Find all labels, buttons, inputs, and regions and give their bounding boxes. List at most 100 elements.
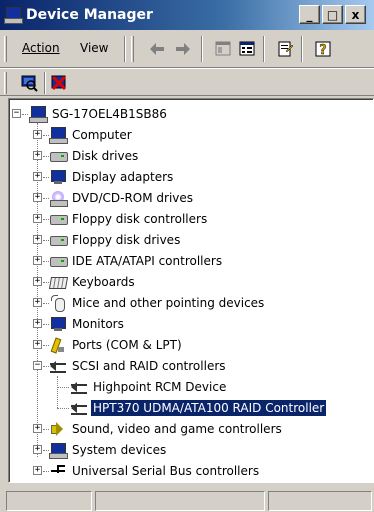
- status-panel-2: [95, 491, 265, 511]
- expand-toggle[interactable]: +: [33, 235, 42, 244]
- tree-item-label: Floppy disk controllers: [72, 212, 208, 226]
- tree-item-ide-controllers[interactable]: IDE ATA/ATAPI controllers: [49, 251, 224, 271]
- usb-icon: [49, 463, 67, 479]
- tree-item-label: SCSI and RAID controllers: [72, 359, 226, 373]
- toolbar-separator-4: [301, 36, 303, 62]
- collapse-toggle[interactable]: −: [33, 361, 42, 370]
- expand-toggle[interactable]: +: [33, 319, 42, 328]
- expand-toggle[interactable]: +: [33, 130, 42, 139]
- tree-item-label: Monitors: [72, 317, 124, 331]
- tree-item-mice[interactable]: Mice and other pointing devices: [49, 293, 266, 313]
- scsi-device-icon: [70, 400, 88, 416]
- sound-icon: [49, 421, 67, 437]
- tree-item-keyboards[interactable]: Keyboards: [49, 272, 137, 292]
- ports-icon: [49, 337, 67, 353]
- tree-item-label: HPT370 UDMA/ATA100 RAID Controller: [89, 399, 328, 417]
- tree-item-monitors[interactable]: Monitors: [49, 314, 126, 334]
- tree-connector: [57, 408, 69, 409]
- monitor-icon: [49, 316, 67, 332]
- tree-item-label: IDE ATA/ATAPI controllers: [72, 254, 223, 268]
- tree-connector: [57, 387, 69, 388]
- tree-item-ports[interactable]: Ports (COM & LPT): [49, 335, 184, 355]
- tree-item-label: Floppy disk drives: [72, 233, 181, 247]
- tree-item-label: Ports (COM & LPT): [72, 338, 182, 352]
- back-arrow-icon[interactable]: [148, 40, 166, 58]
- expand-toggle[interactable]: +: [33, 340, 42, 349]
- tree-item-display-adapters[interactable]: Display adapters: [49, 167, 175, 187]
- action-toolbar: [0, 70, 374, 96]
- status-panel-1: [6, 491, 92, 511]
- mouse-icon: [49, 295, 67, 312]
- scan-hardware-icon[interactable]: [20, 74, 38, 92]
- device-tree[interactable]: − SG-17OEL4B1SB86 + Computer + Disk driv…: [8, 98, 374, 483]
- tree-item-floppy-drives[interactable]: Floppy disk drives: [49, 230, 182, 250]
- maximize-button[interactable]: □: [322, 5, 343, 24]
- menu-view[interactable]: View: [80, 41, 108, 55]
- toolbar-separator-5: [44, 72, 46, 94]
- tree-item-floppy-controllers[interactable]: Floppy disk controllers: [49, 209, 209, 229]
- menu-view-label: View: [80, 41, 109, 55]
- expand-toggle[interactable]: +: [33, 172, 42, 181]
- system-devices-icon: [49, 442, 68, 459]
- title-bar[interactable]: Device Manager _ □ x: [0, 0, 374, 30]
- expand-toggle[interactable]: +: [33, 256, 42, 265]
- cdrom-icon: [49, 190, 68, 207]
- tree-item-label: Computer: [72, 128, 132, 142]
- minimize-button[interactable]: _: [299, 5, 320, 24]
- tree-item-computer[interactable]: Computer: [49, 125, 134, 145]
- expand-toggle[interactable]: +: [33, 445, 42, 454]
- tree-item-label: Mice and other pointing devices: [72, 296, 265, 310]
- tree-connector-child: [57, 376, 58, 408]
- tree-item-label: Disk drives: [72, 149, 139, 163]
- close-button[interactable]: x: [345, 5, 366, 24]
- forward-arrow-icon[interactable]: [174, 40, 192, 58]
- tree-item-label: DVD/CD-ROM drives: [72, 191, 194, 205]
- floppy-drive-icon: [49, 232, 68, 248]
- show-hide-console-tree-icon[interactable]: [214, 40, 232, 58]
- expand-toggle[interactable]: +: [33, 214, 42, 223]
- toolbar-grip[interactable]: [4, 36, 7, 62]
- status-panel-3: [268, 491, 372, 511]
- status-bar: [0, 488, 374, 512]
- toolbar-grip-2[interactable]: [131, 36, 134, 62]
- tree-item-highpoint-rcm[interactable]: Highpoint RCM Device: [70, 377, 228, 397]
- menu-action[interactable]: Action: [22, 41, 60, 55]
- root-collapse-toggle[interactable]: −: [12, 109, 21, 118]
- keyboard-icon: [49, 274, 67, 290]
- tree-item-disk-drives[interactable]: Disk drives: [49, 146, 140, 166]
- toolbar-grip-3[interactable]: [4, 72, 7, 94]
- tree-root-label: SG-17OEL4B1SB86: [52, 107, 167, 121]
- display-adapter-icon: [49, 169, 67, 185]
- expand-toggle[interactable]: +: [33, 424, 42, 433]
- expand-toggle[interactable]: +: [33, 298, 42, 307]
- tree-item-scsi-raid[interactable]: SCSI and RAID controllers: [49, 356, 228, 376]
- ide-controller-icon: [49, 253, 68, 269]
- toolbar-separator: [124, 36, 126, 62]
- tree-item-dvd-cdrom[interactable]: DVD/CD-ROM drives: [49, 188, 195, 208]
- scsi-controller-icon: [49, 358, 67, 374]
- tree-root[interactable]: SG-17OEL4B1SB86: [29, 104, 169, 124]
- svg-text:?: ?: [319, 43, 327, 58]
- menu-action-label: Action: [22, 41, 60, 55]
- tree-item-label: Keyboards: [72, 275, 135, 289]
- tree-item-label: Display adapters: [72, 170, 174, 184]
- expand-toggle[interactable]: +: [33, 151, 42, 160]
- properties-list-icon[interactable]: [238, 40, 256, 58]
- expand-toggle[interactable]: +: [33, 466, 42, 475]
- expand-toggle[interactable]: +: [33, 277, 42, 286]
- tree-item-usb[interactable]: Universal Serial Bus controllers: [49, 461, 261, 481]
- tree-item-hpt370-raid[interactable]: HPT370 UDMA/ATA100 RAID Controller: [70, 398, 328, 418]
- uninstall-icon[interactable]: [50, 74, 68, 92]
- floppy-controller-icon: [49, 211, 68, 227]
- tree-item-label: Sound, video and game controllers: [72, 422, 282, 436]
- toolbar-separator-3: [263, 36, 265, 62]
- toolbar-separator-2: [201, 36, 203, 62]
- tree-connector: [22, 114, 28, 115]
- expand-toggle[interactable]: +: [33, 193, 42, 202]
- menu-toolbar: Action View ?: [0, 30, 374, 68]
- help-icon[interactable]: ?: [314, 40, 332, 58]
- properties-icon[interactable]: [276, 40, 294, 58]
- tree-item-system-devices[interactable]: System devices: [49, 440, 168, 460]
- computer-icon: [29, 106, 48, 123]
- tree-item-sound[interactable]: Sound, video and game controllers: [49, 419, 284, 439]
